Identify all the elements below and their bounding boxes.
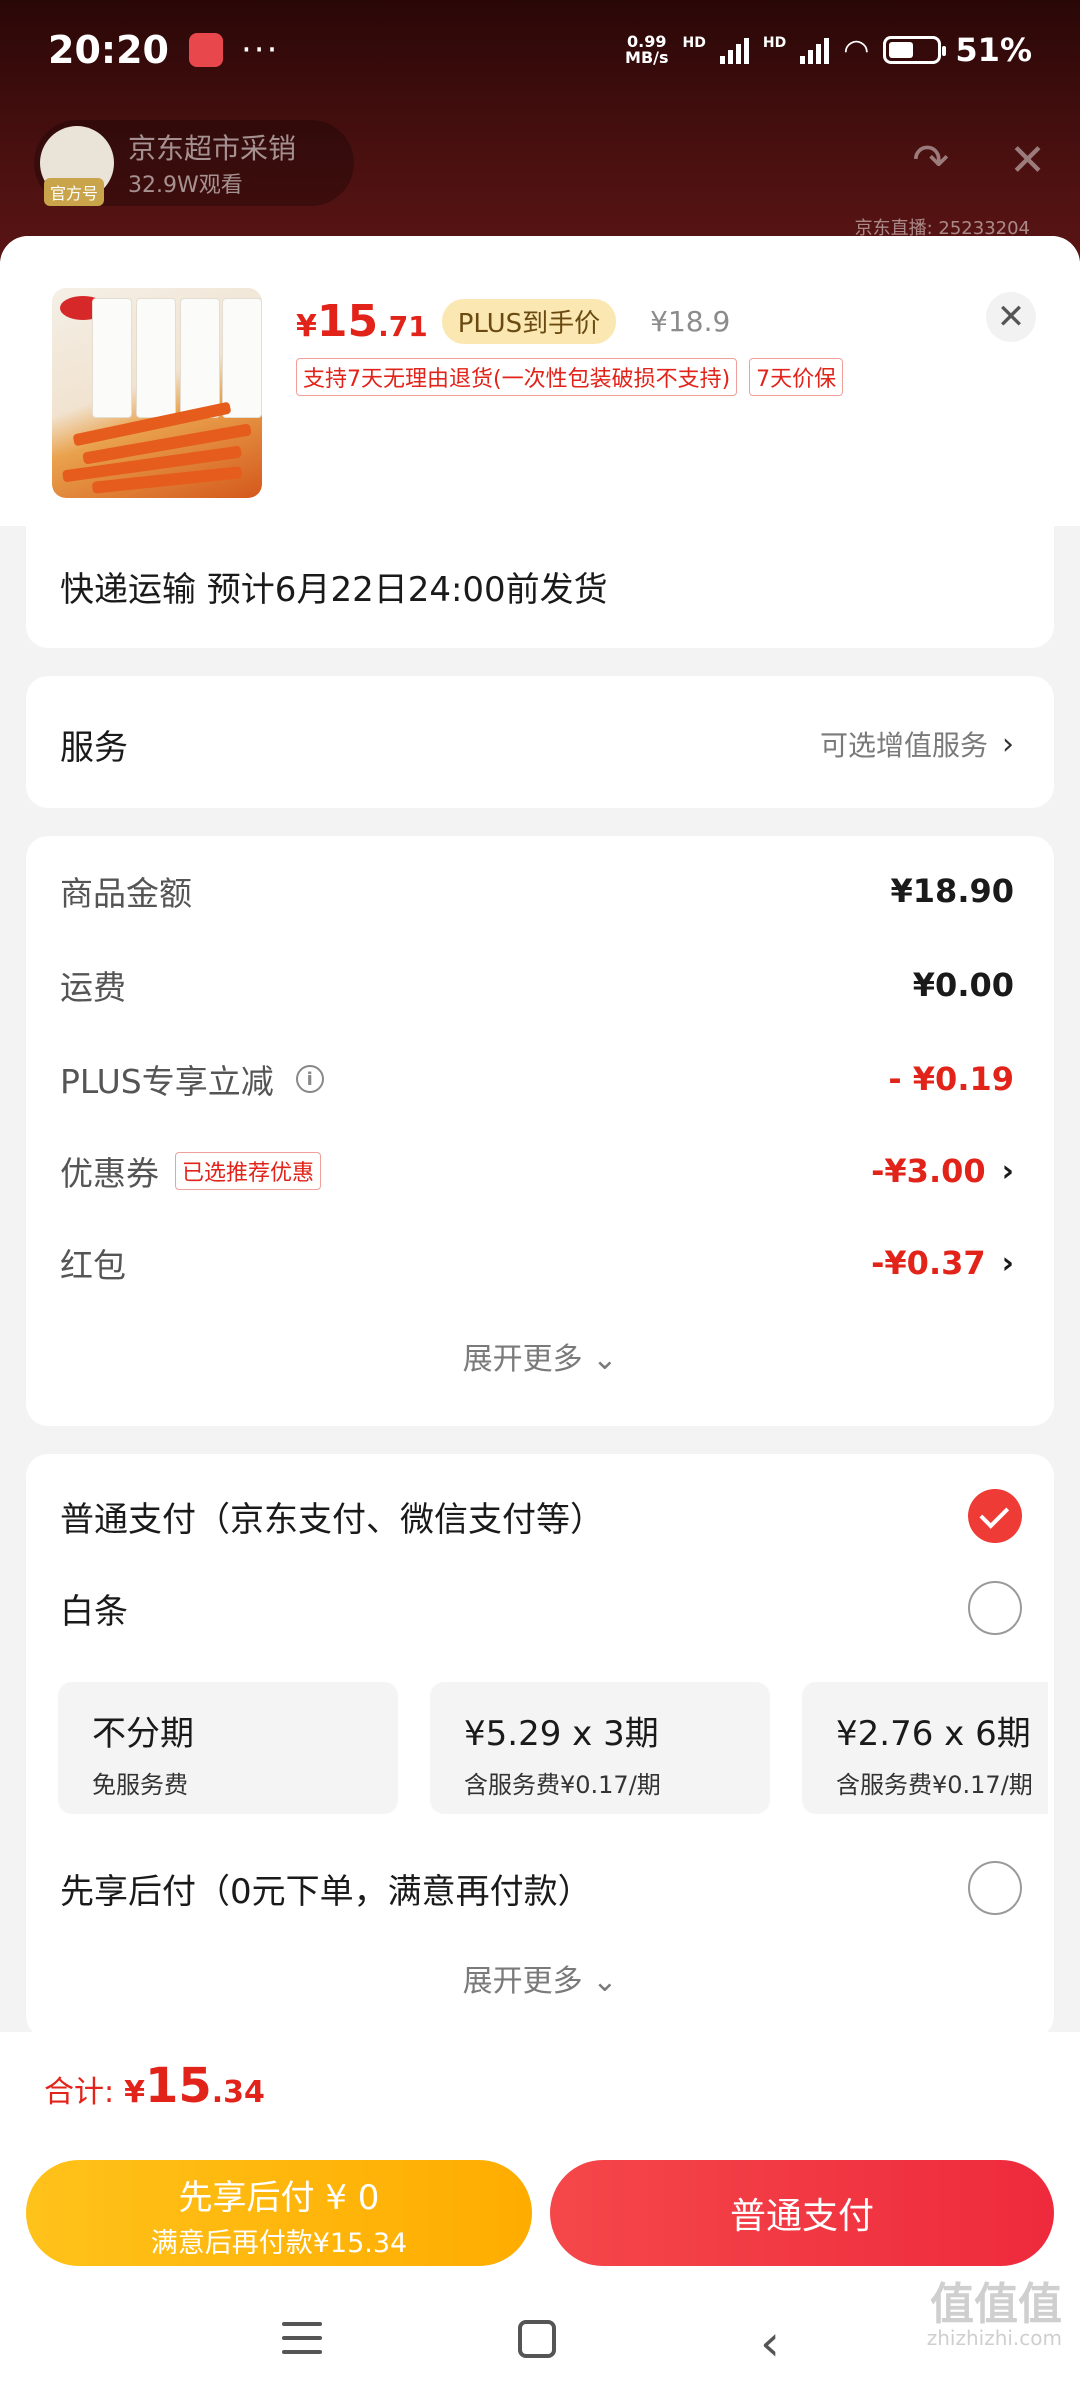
app-notification-icon xyxy=(188,33,223,67)
return-policy-tag: 支持7天无理由退货(一次性包装破损不支持) xyxy=(296,358,738,396)
normal-pay-button[interactable]: 普通支付 xyxy=(550,2160,1054,2266)
service-option: 可选增值服务 xyxy=(819,729,988,762)
payment-methods: 普通支付（京东支付、微信支付等） 白条 不分期 免服务费 ¥5.29 x 3期 … xyxy=(26,1454,1054,2038)
host-views: 32.9W观看 xyxy=(128,173,243,198)
original-price: ¥18.9 xyxy=(650,305,731,338)
expand-more-button[interactable]: 展开更多 ⌄ xyxy=(26,1334,1054,1378)
close-live-icon[interactable]: ✕ xyxy=(1009,135,1046,186)
installment-option[interactable]: ¥5.29 x 3期 含服务费¥0.17/期 xyxy=(430,1682,770,1814)
service-row[interactable]: 服务 可选增值服务 › xyxy=(26,676,1054,808)
coupon-tag: 已选推荐优惠 xyxy=(175,1152,322,1190)
signal-icon xyxy=(719,36,749,64)
pay-later-button[interactable]: 先享后付 ¥ 0 满意后再付款¥15.34 xyxy=(26,2160,532,2266)
freight-amount: ¥0.00 xyxy=(912,966,1014,1004)
chevron-right-icon: › xyxy=(1002,726,1014,762)
price-protect-tag: 7天价保 xyxy=(749,358,844,396)
goods-amount: ¥18.90 xyxy=(890,872,1014,910)
plus-discount-row: PLUS专享立减 i - ¥0.19 xyxy=(60,1060,1014,1101)
normal-pay-option[interactable]: 普通支付（京东支付、微信支付等） xyxy=(60,1486,1022,1546)
product-header: ¥ 15 .71 PLUS到手价 ¥18.9 ✕ 支持7天无理由退货(一次性包装… xyxy=(0,236,1080,526)
freight-row: 运费 ¥0.00 xyxy=(60,966,1014,1007)
redpacket-row[interactable]: 红包 -¥0.37 › xyxy=(60,1238,1014,1288)
radio-checked-icon[interactable] xyxy=(968,1489,1022,1543)
coupon-row[interactable]: 优惠券 已选推荐优惠 -¥3.00 › xyxy=(60,1146,1014,1196)
avatar: 官方号 xyxy=(40,126,114,206)
installment-option[interactable]: ¥2.76 x 6期 含服务费¥0.17/期 xyxy=(802,1682,1048,1814)
product-image xyxy=(52,288,262,498)
status-bar: 20:20 ··· 0.99 MB/s HD HD ◠ 51% xyxy=(48,28,1032,72)
installment-options: 不分期 免服务费 ¥5.29 x 3期 含服务费¥0.17/期 ¥2.76 x … xyxy=(58,1682,1048,1814)
checkout-footer: 合计: ¥ 15 .34 先享后付 ¥ 0 满意后再付款¥15.34 普通支付 … xyxy=(0,2032,1080,2400)
network-speed: 0.99 MB/s xyxy=(625,32,669,67)
wifi-icon: ◠ xyxy=(843,32,870,68)
product-price: ¥ 15 .71 PLUS到手价 ¥18.9 xyxy=(296,296,731,347)
coupon-amount: -¥3.00 xyxy=(871,1152,986,1190)
product-tags: 支持7天无理由退货(一次性包装破损不支持) 7天价保 xyxy=(296,358,844,396)
close-button[interactable]: ✕ xyxy=(986,292,1036,342)
host-name: 京东超市采销 xyxy=(128,132,297,165)
radio-icon[interactable] xyxy=(968,1861,1022,1915)
installment-option[interactable]: 不分期 免服务费 xyxy=(58,1682,398,1814)
battery-icon xyxy=(883,36,947,64)
service-label: 服务 xyxy=(60,728,128,768)
info-icon[interactable]: i xyxy=(295,1065,324,1093)
chevron-right-icon: › xyxy=(1001,1245,1014,1281)
baitiao-option[interactable]: 白条 xyxy=(60,1578,1022,1638)
menu-icon[interactable] xyxy=(282,2322,322,2356)
watermark: 值值值 zhizhizhi.com xyxy=(926,2279,1062,2351)
live-host-badge[interactable]: 官方号 京东超市采销 32.9W观看 xyxy=(34,120,354,206)
signal-icon-2 xyxy=(800,36,830,64)
system-nav-bar: ‹ xyxy=(0,2302,1080,2392)
status-time: 20:20 xyxy=(48,28,169,72)
battery-percent: 51% xyxy=(955,31,1032,69)
close-icon: ✕ xyxy=(996,297,1026,337)
radio-icon[interactable] xyxy=(968,1581,1022,1635)
share-icon[interactable]: ↷ xyxy=(912,135,949,186)
cost-breakdown: 商品金额 ¥18.90 运费 ¥0.00 PLUS专享立减 i - ¥0.19 … xyxy=(26,836,1054,1426)
expand-more-button[interactable]: 展开更多 ⌄ xyxy=(26,1956,1054,2000)
goods-amount-row: 商品金额 ¥18.90 xyxy=(60,872,1014,913)
shipping-card: 快递运输 预计6月22日24:00前发货 xyxy=(26,526,1054,648)
redpacket-amount: -¥0.37 xyxy=(871,1244,986,1282)
total-amount: 合计: ¥ 15 .34 xyxy=(44,2058,265,2114)
more-notifications-icon: ··· xyxy=(240,30,280,70)
chevron-right-icon: › xyxy=(1001,1153,1014,1189)
plus-discount-amount: - ¥0.19 xyxy=(888,1060,1014,1098)
home-icon[interactable] xyxy=(518,2320,556,2358)
back-icon[interactable]: ‹ xyxy=(760,2314,780,2372)
plus-price-badge: PLUS到手价 xyxy=(441,299,617,344)
shipping-info: 快递运输 预计6月22日24:00前发货 xyxy=(60,570,608,610)
host-tag: 官方号 xyxy=(44,178,105,206)
pay-later-option[interactable]: 先享后付（0元下单，满意再付款） xyxy=(60,1858,1022,1918)
